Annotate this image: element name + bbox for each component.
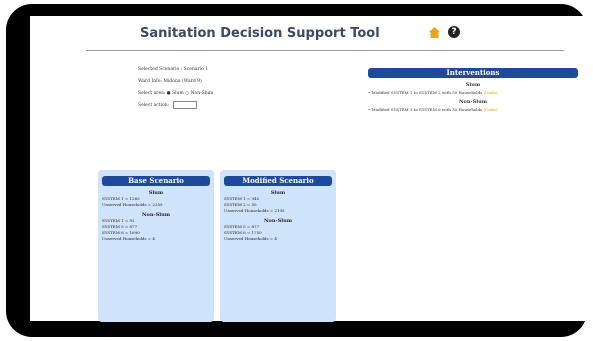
action-label: Select action:	[138, 103, 170, 108]
interventions-slum-heading: Slum	[465, 82, 481, 88]
page-title: Sanitation Decision Support Tool	[140, 26, 380, 41]
scenario-label: Selected Scenario : Scenario 1	[138, 67, 209, 72]
intervention-item: • Modified SYSTEM 1 to SYSTEM 6 with 30 …	[368, 107, 578, 112]
modified-scenario-card: Modified Scenario Slum SYSTEM 1 = 945 SY…	[220, 170, 336, 322]
modified-line: Unserved Households = 2195	[224, 208, 285, 213]
undo-link[interactable]: (Undo)	[483, 90, 497, 95]
app-screen: Sanitation Decision Support Tool ? Selec…	[30, 16, 590, 322]
intervention-text: • Modified SYSTEM 1 to SYSTEM 6 with 30 …	[368, 107, 483, 112]
undo-link[interactable]: (Undo)	[483, 107, 497, 112]
base-line: Unserved Households = 4	[102, 236, 155, 241]
intervention-item: • Modified SYSTEM 1 to SYSTEM 2 with 50 …	[368, 90, 578, 95]
help-icon[interactable]: ?	[448, 26, 460, 38]
base-scenario-title: Base Scenario	[102, 176, 210, 186]
interventions-panel: Interventions Slum • Modified SYSTEM 1 t…	[368, 68, 578, 112]
area-radio-group[interactable]: Select area: ● Slum ○ Non-Slum	[138, 88, 213, 100]
interventions-header: Interventions	[368, 68, 578, 78]
intervention-text: • Modified SYSTEM 1 to SYSTEM 2 with 50 …	[368, 90, 483, 95]
modified-scenario-title: Modified Scenario	[224, 176, 332, 186]
modified-line: Unserved Households = 4	[224, 236, 277, 241]
action-row: Select action:	[138, 100, 213, 112]
header-divider	[86, 50, 564, 51]
interventions-nonslum-heading: Non-Slum	[458, 99, 488, 105]
home-icon[interactable]	[428, 26, 441, 39]
base-scenario-card: Base Scenario Slum SYSTEM 1 = 1265 Unser…	[98, 170, 214, 322]
device-frame: Sanitation Decision Support Tool ? Selec…	[6, 4, 590, 337]
base-line: Unserved Households = 2255	[102, 202, 163, 207]
action-select[interactable]	[172, 100, 197, 109]
ward-label: Ward Info: Midona (Ward 9)	[138, 79, 202, 84]
settings-panel: Selected Scenario : Scenario 1 Ward Info…	[138, 64, 213, 112]
